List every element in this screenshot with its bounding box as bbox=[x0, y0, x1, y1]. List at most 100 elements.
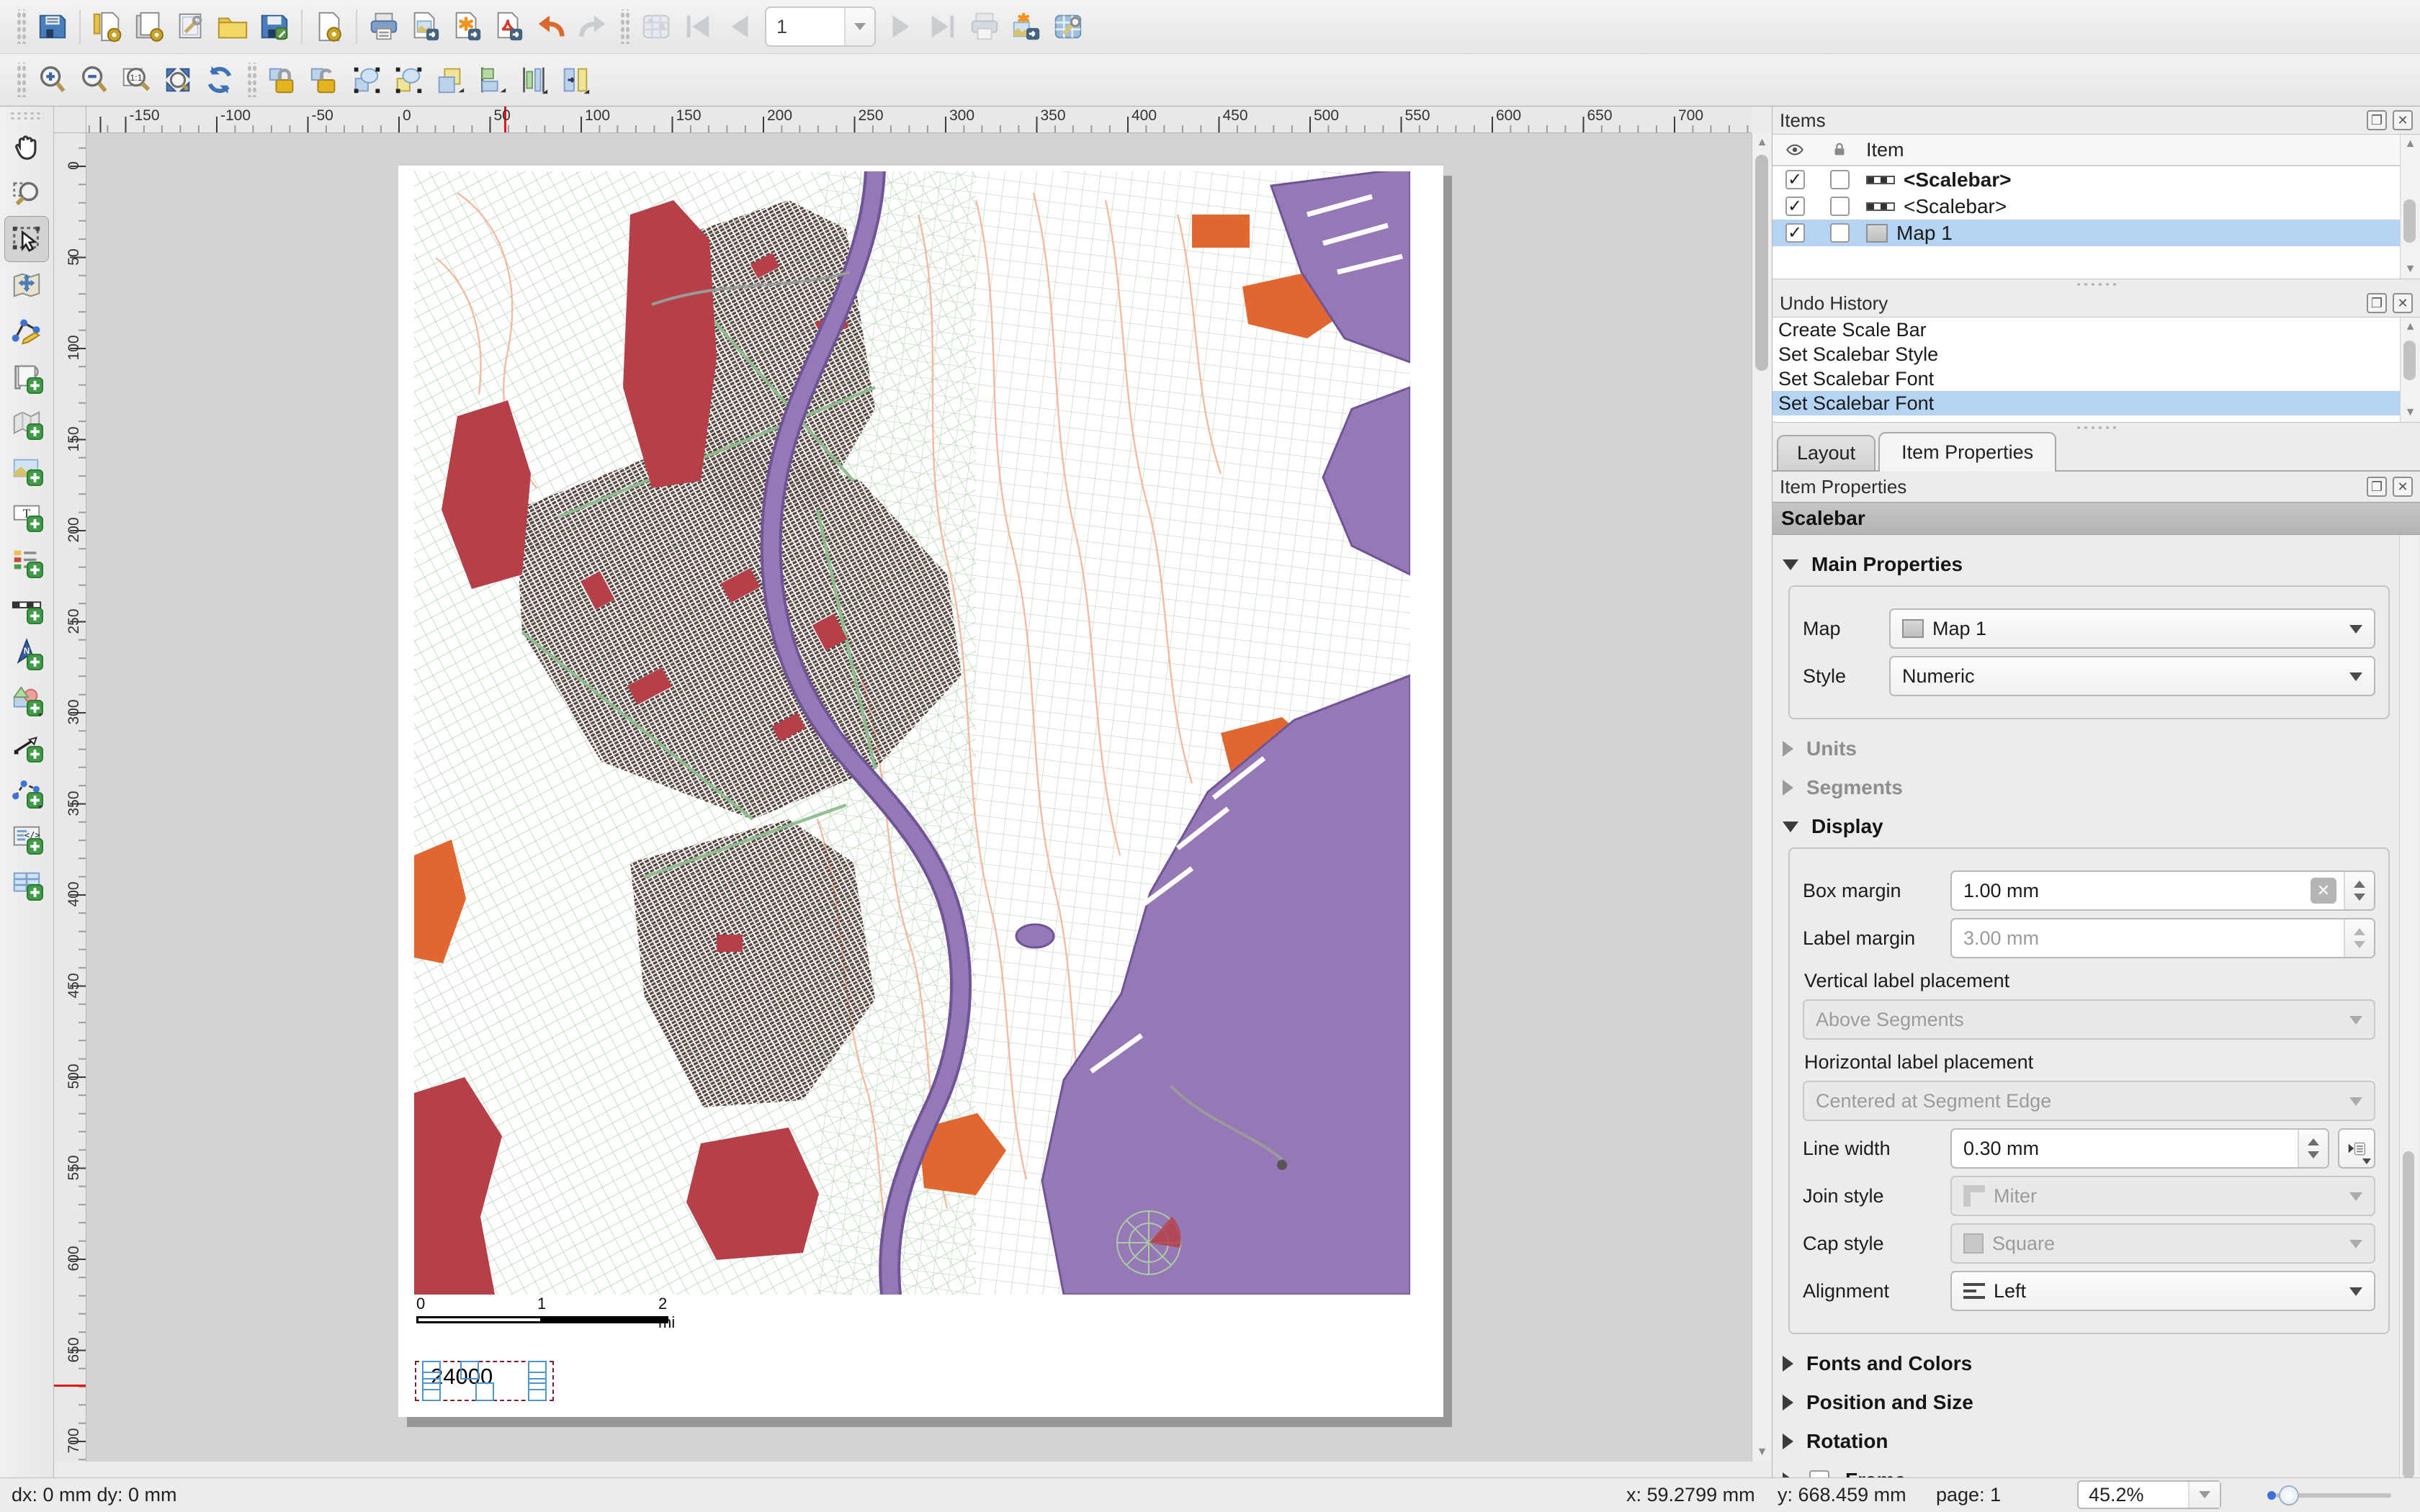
add-shape-button[interactable] bbox=[4, 677, 49, 723]
horizontal-label-placement-combobox[interactable]: Centered at Segment Edge bbox=[1803, 1081, 2375, 1121]
float-panel-icon[interactable]: ❐ bbox=[2367, 110, 2387, 130]
box-margin-value[interactable]: 1.00 mm bbox=[1952, 880, 2311, 902]
refresh-button[interactable] bbox=[199, 58, 241, 102]
map-item[interactable] bbox=[414, 171, 1410, 1295]
align-items-button[interactable] bbox=[471, 58, 513, 102]
edit-nodes-item-button[interactable] bbox=[4, 308, 49, 354]
resize-items-button[interactable] bbox=[555, 58, 596, 102]
properties-scrollbar[interactable] bbox=[2399, 535, 2419, 1512]
spin-buttons[interactable] bbox=[2344, 919, 2374, 957]
canvas-vertical-scrollbar[interactable]: ▲ ▼ bbox=[1752, 133, 1772, 1462]
close-panel-icon[interactable]: ✕ bbox=[2393, 110, 2413, 130]
move-item-content-button[interactable] bbox=[4, 262, 49, 308]
add-items-from-template-button[interactable] bbox=[212, 5, 254, 48]
zoom-level-combobox[interactable]: 45.2% bbox=[2077, 1480, 2221, 1509]
select-move-item-button[interactable] bbox=[4, 216, 49, 262]
numeric-scalebar-item[interactable]: 24000 bbox=[415, 1361, 554, 1401]
line-width-spinbox[interactable]: 0.30 mm bbox=[1950, 1128, 2329, 1169]
undo-entry-selected[interactable]: Set Scalebar Font bbox=[1773, 391, 2420, 415]
toolbar-drag-handle[interactable] bbox=[16, 63, 26, 97]
label-margin-spinbox[interactable]: 3.00 mm bbox=[1950, 918, 2375, 958]
raise-items-button[interactable] bbox=[429, 58, 471, 102]
undo-entry[interactable]: Set Scalebar Font bbox=[1773, 366, 2420, 391]
print-atlas-button[interactable] bbox=[964, 5, 1005, 48]
data-defined-override-button[interactable] bbox=[2338, 1128, 2375, 1169]
resize-handle[interactable] bbox=[460, 1361, 479, 1380]
add-north-arrow-button[interactable]: N bbox=[4, 631, 49, 677]
add-map-button[interactable] bbox=[4, 400, 49, 446]
section-main-properties[interactable]: Main Properties bbox=[1783, 545, 2391, 584]
new-layout-button[interactable] bbox=[86, 5, 128, 48]
scroll-down-icon[interactable]: ▼ bbox=[1752, 1443, 1772, 1462]
lock-checkbox[interactable] bbox=[1829, 223, 1850, 243]
redo-button[interactable] bbox=[572, 5, 614, 48]
add-html-button[interactable]: </> bbox=[4, 815, 49, 861]
add-picture-button[interactable] bbox=[4, 446, 49, 492]
resize-handle[interactable] bbox=[475, 1382, 494, 1401]
unlock-all-button[interactable] bbox=[304, 58, 346, 102]
zoom-out-button[interactable] bbox=[73, 58, 115, 102]
duplicate-layout-button[interactable] bbox=[128, 5, 170, 48]
undo-entry[interactable]: Set Scalebar Style bbox=[1773, 342, 2420, 366]
items-row-scalebar-1[interactable]: ✓ <Scalebar> bbox=[1773, 166, 2420, 193]
print-layout-button[interactable] bbox=[363, 5, 405, 48]
lock-checkbox[interactable] bbox=[1829, 197, 1850, 216]
cap-style-combobox[interactable]: Square bbox=[1950, 1223, 2375, 1264]
section-units[interactable]: Units bbox=[1783, 729, 2391, 768]
undo-button[interactable] bbox=[530, 5, 572, 48]
scrollbar-thumb[interactable] bbox=[1755, 155, 1768, 371]
clear-icon[interactable]: ✕ bbox=[2311, 878, 2336, 904]
export-atlas-button[interactable] bbox=[1005, 5, 1047, 48]
spin-buttons[interactable] bbox=[2298, 1130, 2328, 1167]
select-all-button[interactable] bbox=[346, 58, 387, 102]
first-feature-button[interactable] bbox=[677, 5, 719, 48]
section-display[interactable]: Display bbox=[1783, 807, 2391, 846]
zoom-level-value[interactable]: 45.2% bbox=[2079, 1484, 2188, 1506]
close-panel-icon[interactable]: ✕ bbox=[2393, 293, 2413, 313]
layout-manager-button[interactable] bbox=[170, 5, 212, 48]
visibility-checkbox[interactable]: ✓ bbox=[1785, 170, 1805, 189]
items-scrollbar[interactable]: ▲ ▼ bbox=[2400, 135, 2420, 279]
last-feature-button[interactable] bbox=[922, 5, 964, 48]
tab-item-properties[interactable]: Item Properties bbox=[1878, 432, 2057, 472]
lock-items-button[interactable] bbox=[262, 58, 304, 102]
section-segments[interactable]: Segments bbox=[1783, 768, 2391, 807]
lock-checkbox[interactable] bbox=[1829, 170, 1850, 189]
add-label-button[interactable]: T bbox=[4, 492, 49, 539]
next-feature-button[interactable] bbox=[880, 5, 922, 48]
add-scalebar-button[interactable] bbox=[4, 585, 49, 631]
tab-layout[interactable]: Layout bbox=[1777, 435, 1876, 470]
add-page-button[interactable] bbox=[4, 354, 49, 400]
preview-atlas-button[interactable] bbox=[635, 5, 677, 48]
items-row-map-1[interactable]: ✓ Map 1 bbox=[1773, 220, 2420, 246]
toolbar-drag-handle[interactable] bbox=[619, 9, 629, 44]
close-panel-icon[interactable]: ✕ bbox=[2393, 477, 2413, 497]
panel-splitter[interactable] bbox=[1773, 423, 2420, 433]
panel-splitter[interactable] bbox=[1773, 279, 2420, 289]
save-project-button[interactable] bbox=[32, 5, 73, 48]
export-as-image-button[interactable] bbox=[405, 5, 447, 48]
zoom-tool-button[interactable] bbox=[4, 170, 49, 216]
toolbar-drag-handle[interactable] bbox=[9, 111, 44, 120]
style-combobox[interactable]: Numeric bbox=[1889, 656, 2375, 696]
float-panel-icon[interactable]: ❐ bbox=[2367, 293, 2387, 313]
export-as-svg-button[interactable] bbox=[447, 5, 488, 48]
scroll-up-icon[interactable]: ▲ bbox=[1752, 133, 1772, 152]
scroll-up-icon[interactable]: ▲ bbox=[2401, 135, 2420, 153]
section-position-and-size[interactable]: Position and Size bbox=[1783, 1383, 2391, 1422]
zoom-actual-button[interactable]: 1:1 bbox=[115, 58, 157, 102]
line-width-value[interactable]: 0.30 mm bbox=[1952, 1138, 2298, 1160]
toolbar-drag-handle[interactable] bbox=[246, 63, 256, 97]
add-arrow-button[interactable] bbox=[4, 723, 49, 769]
previous-feature-button[interactable] bbox=[719, 5, 761, 48]
scrollbar-thumb[interactable] bbox=[2403, 1151, 2414, 1479]
zoom-slider-handle[interactable] bbox=[2279, 1485, 2299, 1506]
add-attribute-table-button[interactable] bbox=[4, 861, 49, 907]
add-node-item-button[interactable] bbox=[4, 769, 49, 815]
scroll-up-icon[interactable]: ▲ bbox=[2401, 318, 2420, 336]
distribute-items-button[interactable] bbox=[513, 58, 555, 102]
save-as-template-button[interactable] bbox=[254, 5, 295, 48]
add-legend-button[interactable] bbox=[4, 539, 49, 585]
map-combobox[interactable]: Map 1 bbox=[1889, 608, 2375, 649]
zoom-slider[interactable] bbox=[2254, 1485, 2398, 1506]
